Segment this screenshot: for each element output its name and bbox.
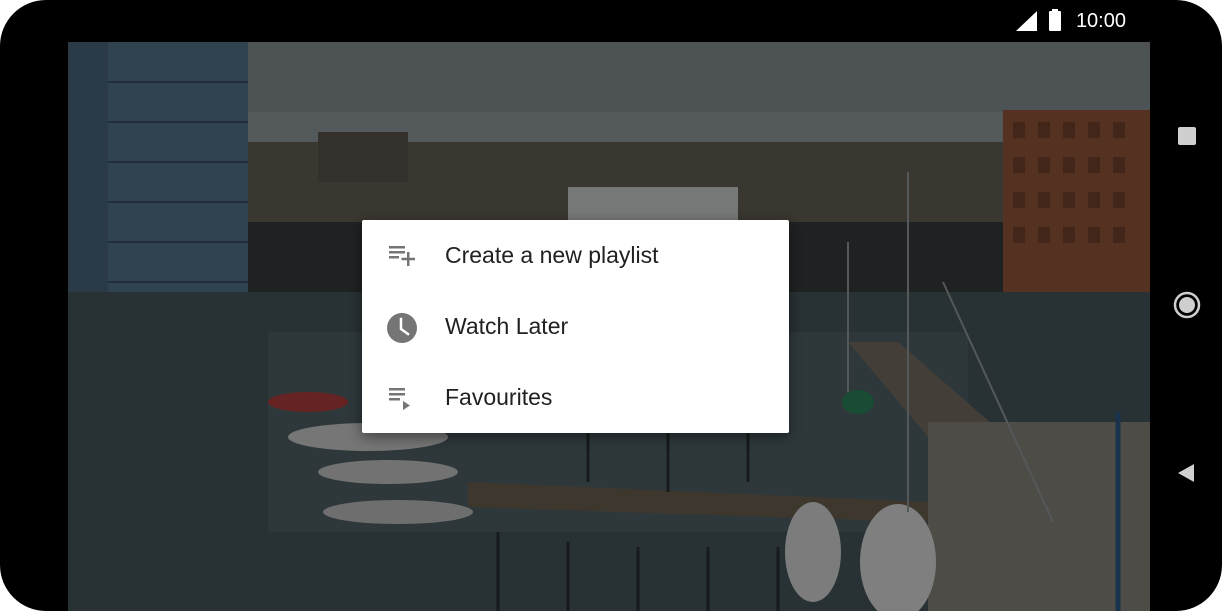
navigation-bar [1150, 0, 1222, 611]
playlist-play-icon [389, 388, 410, 410]
menu-item-label: Favourites [445, 384, 553, 410]
menu-item-create-playlist[interactable]: Create a new playlist [362, 220, 789, 291]
status-time: 10:00 [1075, 10, 1126, 32]
add-to-playlist-menu: Create a new playlist Watch Later Favour… [362, 220, 789, 433]
playlist-add-icon [389, 246, 415, 266]
clock-icon [387, 313, 417, 343]
back-triangle-icon[interactable] [1172, 458, 1202, 488]
device-frame: 10:00 Create a new playlist Watch Later … [0, 0, 1222, 611]
menu-item-favourites[interactable]: Favourites [362, 362, 789, 433]
menu-item-label: Create a new playlist [445, 242, 659, 268]
status-bar: 10:00 [0, 0, 1150, 42]
menu-item-label: Watch Later [445, 313, 569, 339]
menu-item-watch-later[interactable]: Watch Later [362, 291, 789, 362]
signal-icon [1016, 11, 1037, 31]
battery-icon [1049, 9, 1061, 31]
video-player-area[interactable]: Create a new playlist Watch Later Favour… [68, 42, 1150, 611]
home-circle-icon[interactable] [1172, 290, 1202, 320]
overview-square-icon[interactable] [1172, 121, 1202, 151]
